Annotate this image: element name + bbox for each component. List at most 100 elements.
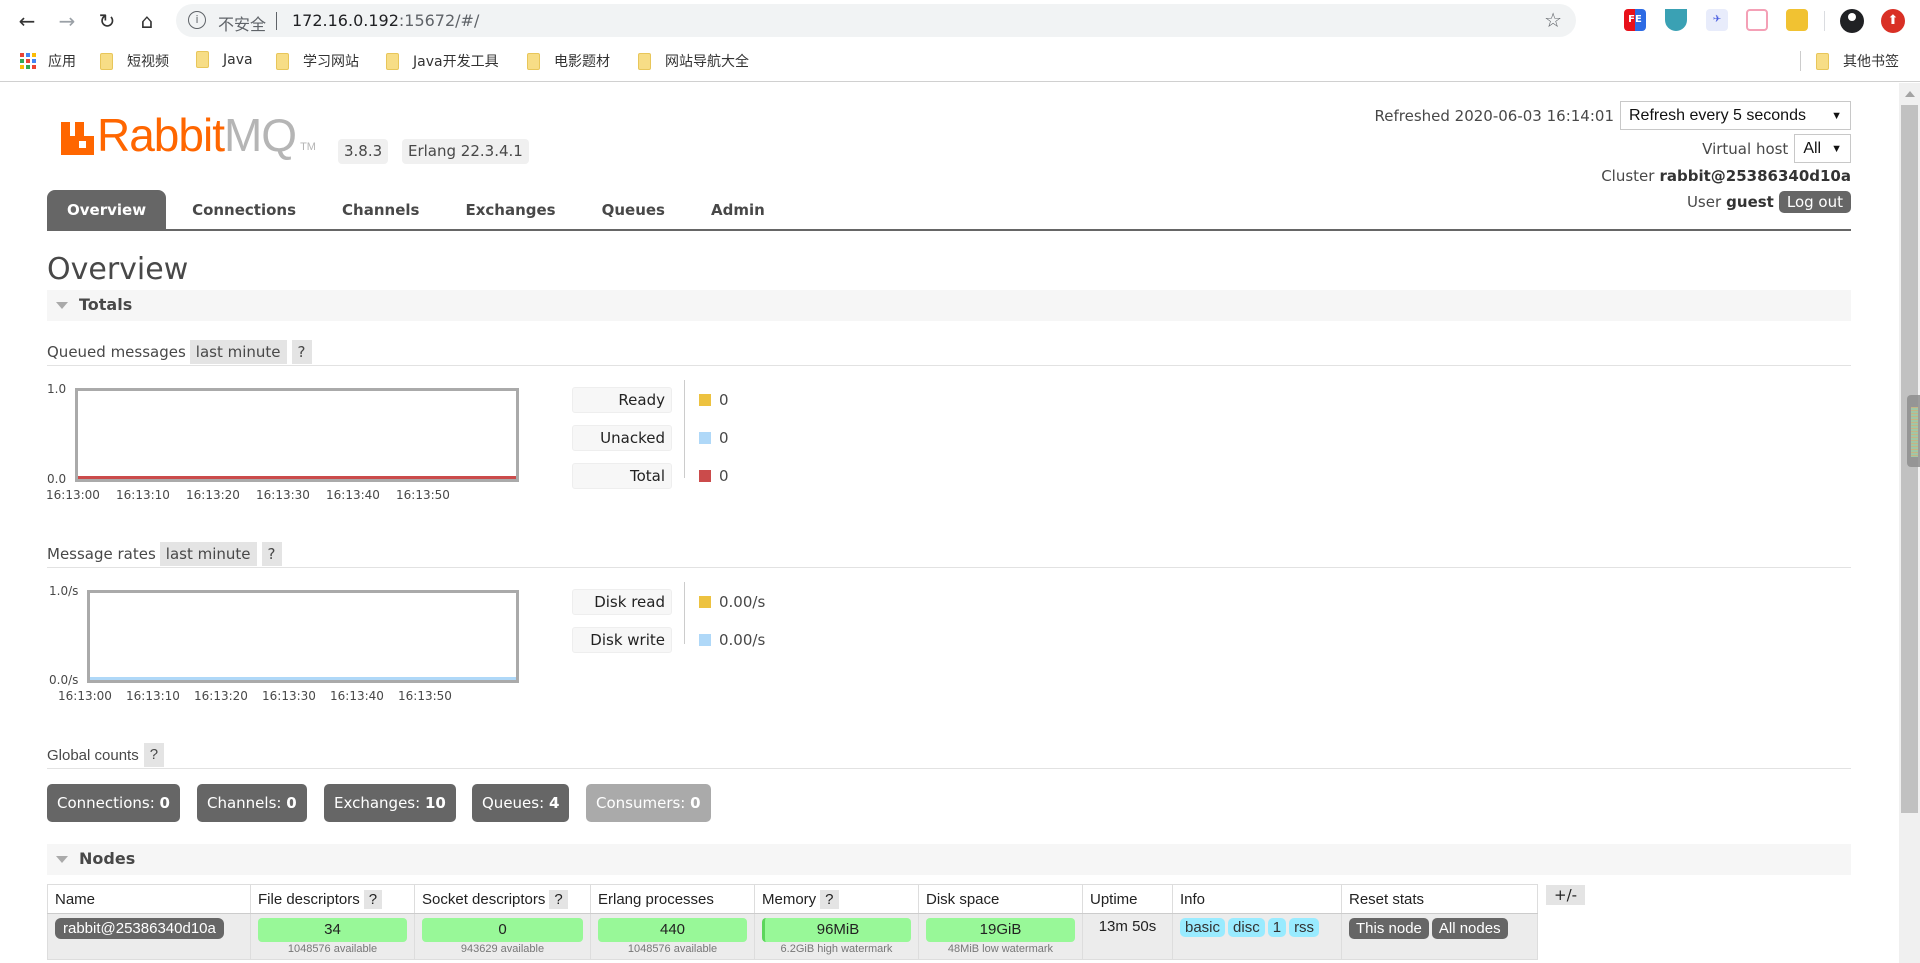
x-tick-label: 16:13:00 <box>46 488 100 502</box>
tab-exchanges[interactable]: Exchanges <box>445 190 575 229</box>
cat-extension-icon[interactable] <box>1786 9 1808 31</box>
legend-label: Total <box>572 463 672 489</box>
url-path: :15672/#/ <box>398 11 480 30</box>
dropdown-arrow-icon: ▼ <box>1831 142 1842 155</box>
dropdown-arrow-icon: ▼ <box>1831 109 1842 122</box>
folder-icon <box>276 52 289 70</box>
column-header-name: Name <box>47 884 251 914</box>
socket-descriptors-cell: 0 943629 available <box>414 913 591 960</box>
tab-channels[interactable]: Channels <box>322 190 439 229</box>
column-header-socket-descriptors: Socket descriptors? <box>414 884 591 914</box>
tab-queues[interactable]: Queues <box>582 190 685 229</box>
reload-icon[interactable]: ↻ <box>94 8 120 34</box>
consumers-count-button[interactable]: Consumers: 0 <box>586 784 711 822</box>
url-text[interactable]: 172.16.0.192:15672/#/ <box>292 11 479 30</box>
channels-count-button[interactable]: Channels: 0 <box>197 784 307 822</box>
queues-count-button[interactable]: Queues: 4 <box>472 784 570 822</box>
fe-extension-icon[interactable]: FE <box>1624 9 1646 31</box>
file-descriptors-available: 1048576 available <box>287 943 378 955</box>
toggle-columns-button[interactable]: +/- <box>1546 885 1586 905</box>
memory-cell: 96MiB 6.2GiB high watermark <box>754 913 919 960</box>
header-divider <box>47 229 1851 231</box>
collapse-triangle-icon <box>56 302 68 309</box>
address-bar[interactable]: i 不安全 172.16.0.192:15672/#/ ☆ <box>176 4 1576 37</box>
help-button[interactable]: ? <box>549 889 568 909</box>
file-descriptors-cell: 34 1048576 available <box>250 913 415 960</box>
scroll-up-arrow-icon[interactable] <box>1905 91 1915 97</box>
reset-this-node-button[interactable]: This node <box>1349 918 1429 939</box>
legend-item-disk-read: Disk read 0.00/s <box>572 589 765 615</box>
info-badge-rss[interactable]: rss <box>1289 918 1320 937</box>
node-name-link[interactable]: rabbit@25386340d10a <box>55 918 224 939</box>
connections-count-button[interactable]: Connections: 0 <box>47 784 180 822</box>
profile-icon[interactable] <box>1840 9 1864 33</box>
bookmark-folder[interactable]: 短视频 <box>100 51 169 71</box>
cluster-name: rabbit@25386340d10a <box>1659 167 1851 185</box>
header-status: Refreshed 2020-06-03 16:14:01 Refresh ev… <box>1375 101 1851 217</box>
bookmark-folder[interactable]: 学习网站 <box>276 51 359 71</box>
bookmark-folder[interactable]: 电影题材 <box>527 51 610 71</box>
home-icon[interactable]: ⌂ <box>134 8 160 34</box>
bird-extension-icon[interactable]: ✈ <box>1706 9 1728 31</box>
legend-value: 0 <box>719 467 729 485</box>
x-tick-label: 16:13:40 <box>326 488 380 502</box>
bookmark-star-icon[interactable]: ☆ <box>1544 8 1562 32</box>
x-tick-label: 16:13:00 <box>58 689 112 703</box>
global-counts-help-button[interactable]: ? <box>143 743 165 767</box>
back-icon[interactable]: ← <box>14 8 40 34</box>
nodes-table: Name File descriptors? Socket descriptor… <box>47 884 1538 960</box>
insecure-label: 不安全 <box>218 15 267 34</box>
other-bookmarks[interactable]: 其他书签 <box>1816 51 1899 71</box>
table-header-row: Name File descriptors? Socket descriptor… <box>47 884 1538 914</box>
url-host: 172.16.0.192 <box>292 11 399 30</box>
help-button[interactable]: ? <box>363 889 383 909</box>
reset-all-nodes-button[interactable]: All nodes <box>1431 918 1508 939</box>
info-badge-basic[interactable]: basic <box>1180 918 1226 937</box>
info-badge-disc[interactable]: disc <box>1228 918 1265 937</box>
rates-help-button[interactable]: ? <box>261 542 282 566</box>
refresh-interval-select[interactable]: Refresh every 5 seconds ▼ <box>1620 101 1851 130</box>
column-header-uptime: Uptime <box>1082 884 1173 914</box>
legend-value: 0 <box>719 391 729 409</box>
rabbitmq-logo[interactable]: Rabbit MQ TM <box>61 112 316 158</box>
column-header-erlang-processes: Erlang processes <box>590 884 755 914</box>
erlang-processes-cell: 440 1048576 available <box>590 913 755 960</box>
bookmark-folder[interactable]: Java <box>196 51 253 68</box>
queued-help-button[interactable]: ? <box>291 340 312 364</box>
info-badge-count[interactable]: 1 <box>1267 918 1287 937</box>
virtual-host-select[interactable]: All ▼ <box>1794 134 1851 163</box>
y-tick-label: 1.0 <box>47 382 67 396</box>
legend-label: Unacked <box>572 425 672 451</box>
forward-icon[interactable]: → <box>54 8 80 34</box>
info-icon[interactable]: i <box>188 11 206 29</box>
queued-range-selector[interactable]: last minute <box>189 340 287 364</box>
erlang-processes-available: 1048576 available <box>627 943 718 955</box>
legend-item-total: Total 0 <box>572 463 729 489</box>
help-button[interactable]: ? <box>820 889 839 909</box>
bookmark-folder[interactable]: Java开发工具 <box>386 51 499 71</box>
logout-button[interactable]: Log out <box>1778 191 1851 213</box>
tab-admin[interactable]: Admin <box>691 190 785 229</box>
update-icon[interactable]: ⬆ <box>1881 9 1905 33</box>
bookmark-label: 网站导航大全 <box>665 54 749 70</box>
bookmark-apps[interactable]: 应用 <box>20 51 76 71</box>
x-tick-label: 16:13:50 <box>396 488 450 502</box>
page-scrollbar[interactable] <box>1899 83 1920 963</box>
disk-space-cell: 19GiB 48MiB low watermark <box>918 913 1083 960</box>
count-value: 10 <box>424 794 446 812</box>
exchanges-count-button[interactable]: Exchanges: 10 <box>324 784 456 822</box>
bookmark-folder[interactable]: 网站导航大全 <box>638 51 749 71</box>
user-label: User <box>1686 193 1722 211</box>
nodes-section-toggle[interactable]: Nodes <box>47 844 1851 875</box>
tab-overview[interactable]: Overview <box>47 190 167 229</box>
tab-connections[interactable]: Connections <box>172 190 316 229</box>
y-tick-label: 1.0/s <box>49 584 79 598</box>
totals-section-toggle[interactable]: Totals <box>47 290 1851 321</box>
tv-extension-icon[interactable] <box>1746 9 1768 31</box>
rates-range-selector[interactable]: last minute <box>159 542 257 566</box>
fruit-extension-icon[interactable] <box>1665 9 1687 31</box>
legend-item-ready: Ready 0 <box>572 387 729 413</box>
series-line-total <box>78 476 516 479</box>
message-rates-title: Message rates <box>47 545 156 563</box>
count-value: 0 <box>286 794 297 812</box>
